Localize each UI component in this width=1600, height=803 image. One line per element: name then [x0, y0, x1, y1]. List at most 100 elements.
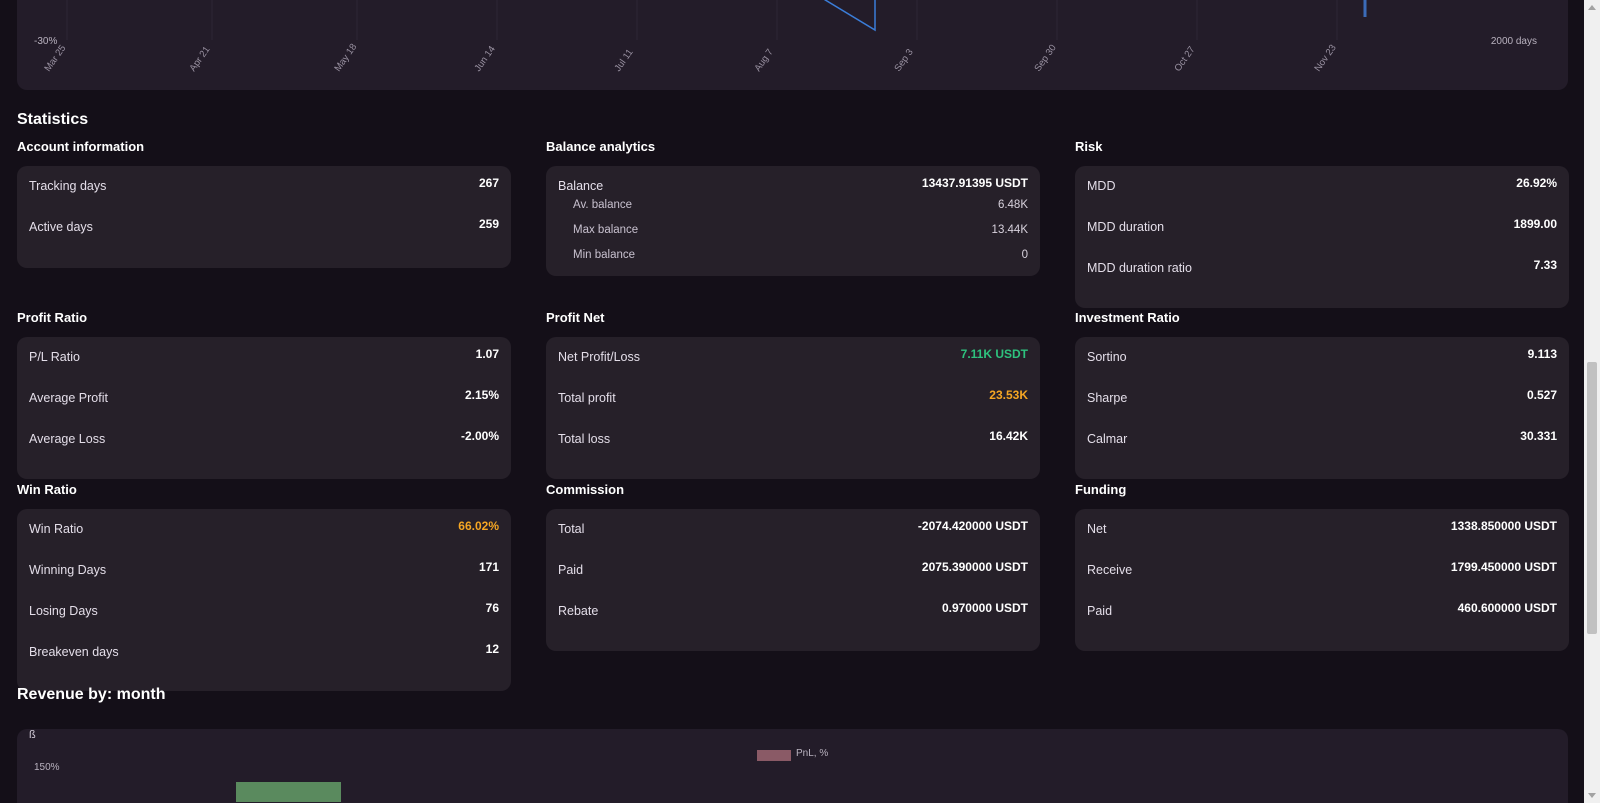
x-tick-label: Apr 21	[187, 44, 212, 73]
stat-label: Paid	[558, 563, 584, 577]
x-tick-label: Jun 14	[472, 44, 497, 74]
days-label: 2000 days	[1491, 36, 1537, 47]
stat-label: Winning Days	[29, 563, 107, 577]
stat-value: 6.48K	[997, 199, 1028, 211]
stat-value: 1899.00	[1513, 217, 1557, 231]
stat-label: Av. balance	[573, 199, 633, 211]
scroll-thumb[interactable]	[1587, 362, 1597, 634]
stat-label: Active days	[29, 220, 93, 234]
stat-value: 16.42K	[989, 429, 1028, 443]
x-tick-label: Aug 7	[752, 47, 775, 74]
win-ratio-title: Win Ratio	[17, 482, 77, 497]
stat-value: 1338.850000 USDT	[1450, 519, 1557, 533]
stat-value: 0	[1021, 249, 1028, 261]
stat-value: 0.527	[1526, 388, 1557, 402]
page: -30% 2000 days Mar 25 Apr 21 May 18 Jun 14 J…	[0, 0, 1584, 803]
statistics-title: Statistics	[17, 111, 89, 128]
stat-label: Receive	[1087, 563, 1133, 577]
stat-label: Average Profit	[29, 391, 108, 405]
stat-value: 2.15%	[464, 388, 499, 402]
stat-value: 76	[485, 601, 499, 615]
stat-value: 66.02%	[458, 519, 499, 533]
stat-label: Tracking days	[29, 179, 107, 193]
stat-value: 13437.91395 USDT	[921, 176, 1028, 190]
funding-card: Net 1338.850000 USDT Receive 1799.450000 US…	[1075, 509, 1569, 651]
stat-value: 0.970000 USDT	[941, 601, 1028, 615]
stat-value: 26.92%	[1516, 176, 1557, 190]
stat-value: -2074.420000 USDT	[917, 519, 1028, 533]
balance-analytics-card: Balance 13437.91395 USDT Av. balance 6.48K M…	[546, 166, 1040, 276]
stat-label: Sharpe	[1087, 391, 1128, 405]
y-top-label: 150%	[34, 762, 60, 773]
stat-value: 7.33	[1533, 258, 1557, 272]
stat-label: Total loss	[558, 432, 611, 446]
x-tick-label: Sep 30	[1032, 43, 1058, 74]
stat-value: 2075.390000 USDT	[921, 560, 1028, 574]
stat-label: Total	[558, 522, 585, 536]
stat-value: 12	[485, 642, 499, 656]
stat-value: 267	[478, 176, 499, 190]
commission-card: Total -2074.420000 USDT Paid 2075.390000 US…	[546, 509, 1040, 651]
stat-label: MDD duration	[1087, 220, 1165, 234]
stat-value: -2.00%	[460, 429, 499, 443]
stat-label: P/L Ratio	[29, 350, 80, 364]
stat-label: Net	[1087, 522, 1107, 536]
balance-chart: -30% 2000 days Mar 25 Apr 21 May 18 Jun 14 J…	[34, 0, 1537, 74]
x-tick-label: Sep 3	[892, 47, 915, 74]
risk-title: Risk	[1075, 139, 1103, 154]
scroll-up-icon[interactable]	[1588, 5, 1596, 10]
stat-value: 460.600000 USDT	[1457, 601, 1557, 615]
stat-label: Max balance	[573, 224, 639, 236]
balance-line	[823, 0, 876, 32]
investment-ratio-title: Investment Ratio	[1075, 310, 1180, 325]
revenue-bar[interactable]	[236, 782, 341, 802]
stat-value: 1799.450000 USDT	[1450, 560, 1557, 574]
stat-label: Min balance	[573, 249, 636, 261]
profit-ratio-card: P/L Ratio 1.07 Average Profit 2.15% Average …	[17, 337, 511, 479]
stat-label: Balance	[558, 179, 604, 193]
stat-label: Paid	[1087, 604, 1113, 618]
profit-net-card: Net Profit/Loss 7.11K USDT Total profit 23.…	[546, 337, 1040, 479]
x-tick-label: May 18	[332, 42, 359, 74]
y-min-label: -30%	[34, 36, 57, 47]
revenue-title: Revenue by: month	[17, 686, 166, 703]
legend-label[interactable]: PnL, %	[796, 748, 828, 759]
revenue-chart-card: ß PnL, % 150%	[17, 729, 1568, 803]
stat-value: 13.44K	[991, 224, 1028, 236]
stat-value: 259	[478, 217, 499, 231]
stat-value: 171	[478, 560, 499, 574]
win-ratio-card: Win Ratio 66.02% Winning Days 171 Losing Day…	[17, 509, 511, 691]
stat-label: Losing Days	[29, 604, 98, 618]
stat-value: 30.331	[1520, 429, 1557, 443]
profit-net-title: Profit Net	[546, 310, 605, 325]
stat-label: MDD duration ratio	[1087, 261, 1192, 275]
funding-title: Funding	[1075, 482, 1127, 497]
commission-title: Commission	[546, 482, 625, 497]
x-tick-label: Jul 11	[612, 47, 635, 74]
scroll-down-icon[interactable]	[1588, 793, 1596, 798]
investment-ratio-card: Sortino 9.113 Sharpe 0.527 Calmar 30.331	[1075, 337, 1569, 479]
stat-value: 1.07	[475, 347, 499, 361]
stat-label: Calmar	[1087, 432, 1128, 446]
x-tick-label: Oct 27	[1172, 44, 1197, 73]
stat-label: Net Profit/Loss	[558, 350, 640, 364]
stat-value: 7.11K USDT	[960, 347, 1028, 361]
stat-label: Sortino	[1087, 350, 1127, 364]
stat-label: Average Loss	[29, 432, 106, 446]
balance-analytics-title: Balance analytics	[546, 139, 656, 154]
stat-label: Breakeven days	[29, 645, 119, 659]
risk-card: MDD 26.92% MDD duration 1899.00 MDD duration…	[1075, 166, 1569, 308]
stat-label: MDD	[1087, 179, 1116, 193]
stat-value: 9.113	[1527, 347, 1557, 361]
stat-label: Win Ratio	[29, 522, 84, 536]
vertical-scrollbar[interactable]	[1584, 0, 1600, 803]
account-information-title: Account information	[17, 139, 145, 154]
stat-label: Rebate	[558, 604, 599, 618]
stat-value: 23.53K	[989, 388, 1028, 402]
profit-ratio-title: Profit Ratio	[17, 310, 88, 325]
account-information-card: Tracking days 267 Active days 259	[17, 166, 511, 268]
x-tick-label: Mar 25	[42, 43, 68, 74]
x-tick-label: Nov 23	[1312, 43, 1338, 74]
x-axis-ticks: Mar 25 Apr 21 May 18 Jun 14 Jul 11 Aug 7 Sep 3…	[42, 42, 1338, 74]
legend-swatch[interactable]	[757, 750, 791, 761]
